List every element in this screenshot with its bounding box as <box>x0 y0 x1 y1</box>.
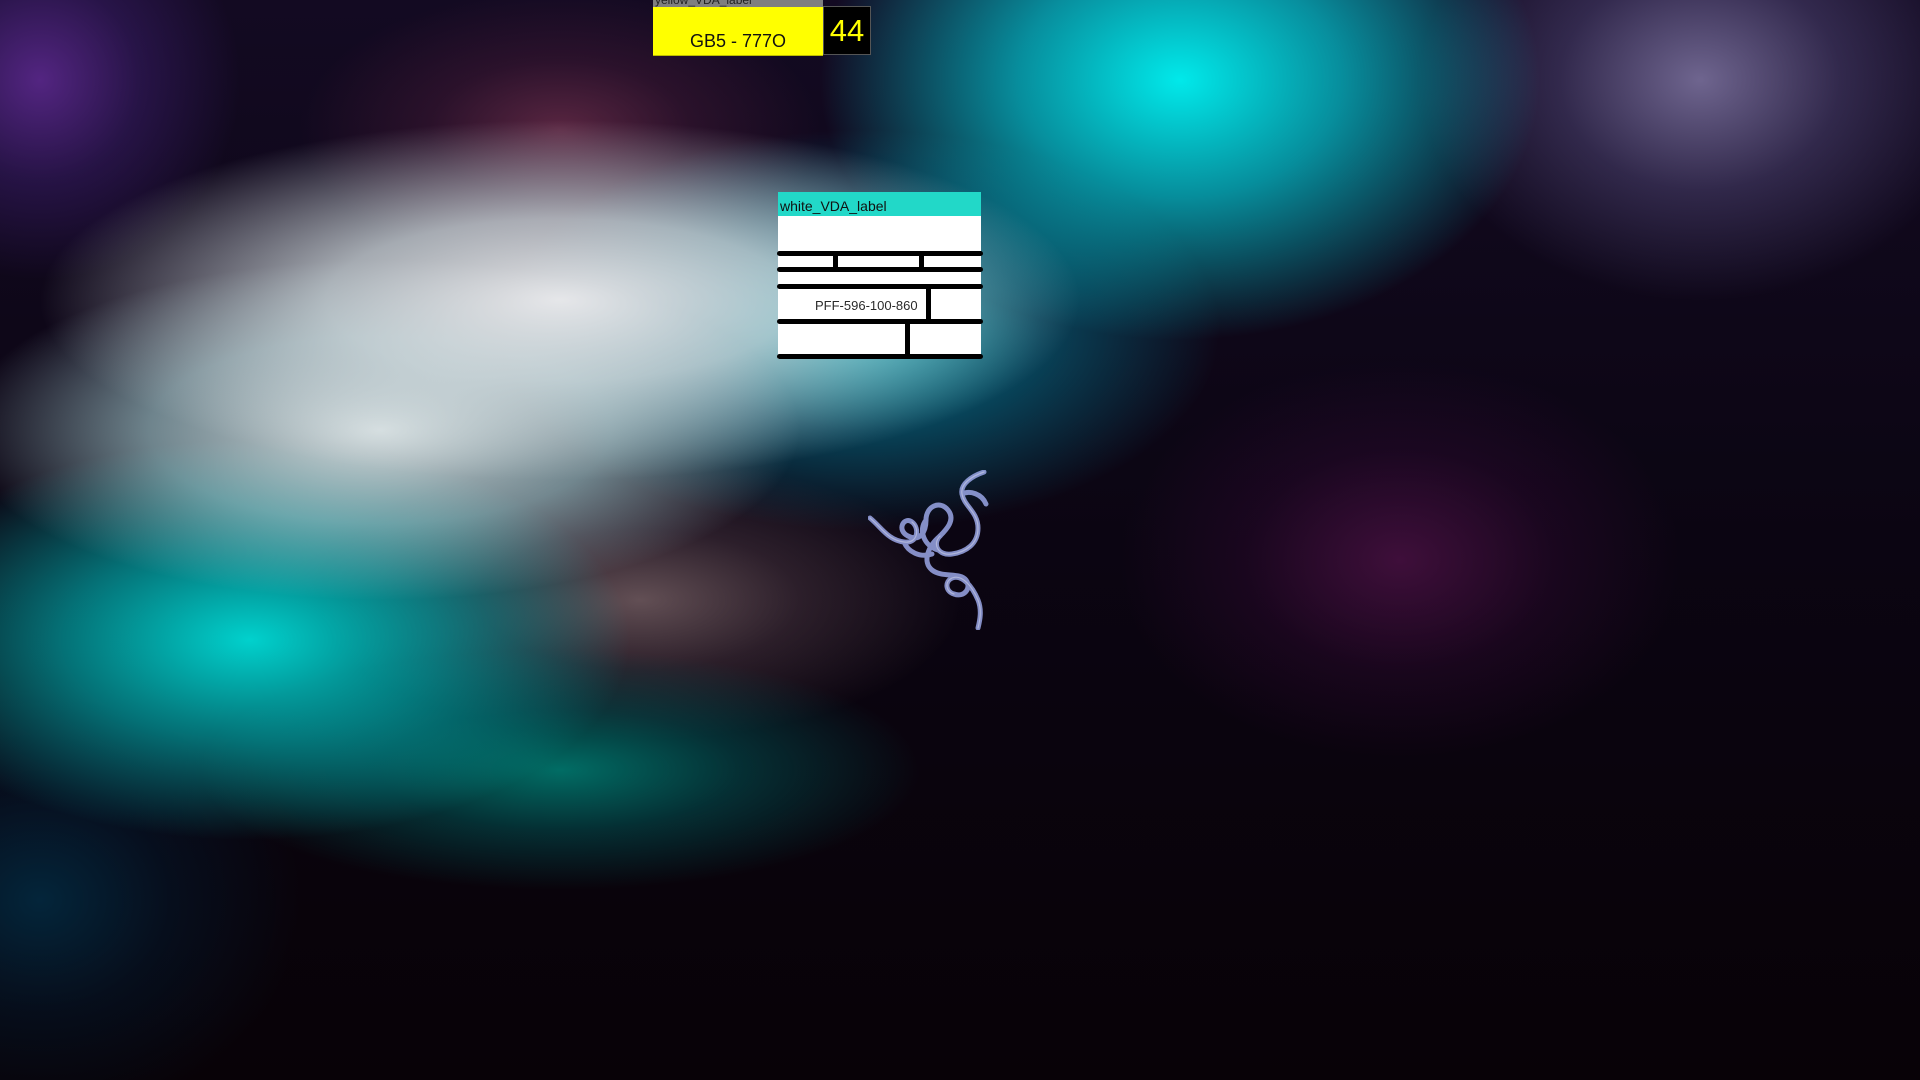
white-label-title: white_VDA_label <box>780 198 887 214</box>
razer-snake-logo-icon <box>868 470 989 630</box>
label-divider-vertical <box>833 254 838 268</box>
desktop-wallpaper: yellow_VDA_label GB5 - 777O 44 white_VDA… <box>0 0 1920 1080</box>
white-label-title-bar[interactable]: white_VDA_label <box>778 192 981 216</box>
label-divider-line <box>777 267 983 272</box>
white-vda-label-window[interactable]: white_VDA_label PFF-596-100-860 <box>777 192 983 362</box>
label-divider-vertical <box>905 322 910 354</box>
yellow-label-title: yellow_VDA_label <box>655 0 752 7</box>
white-label-body: PFF-596-100-860 <box>777 216 983 359</box>
yellow-vda-label-window[interactable]: yellow_VDA_label GB5 - 777O 44 <box>653 0 871 56</box>
label-divider-line <box>777 354 983 359</box>
label-divider-vertical <box>926 287 931 319</box>
yellow-label-text: GB5 - 777O <box>689 31 787 51</box>
yellow-label-body: GB5 - 777O <box>653 7 823 56</box>
label-divider-vertical <box>919 254 924 268</box>
yellow-label-count-badge: 44 <box>823 6 871 55</box>
yellow-label-title-bar[interactable]: yellow_VDA_label <box>653 0 823 7</box>
label-divider-line <box>777 319 983 324</box>
white-label-text: PFF-596-100-860 <box>815 298 918 313</box>
label-divider-line <box>777 251 983 256</box>
label-divider-line <box>777 284 983 289</box>
